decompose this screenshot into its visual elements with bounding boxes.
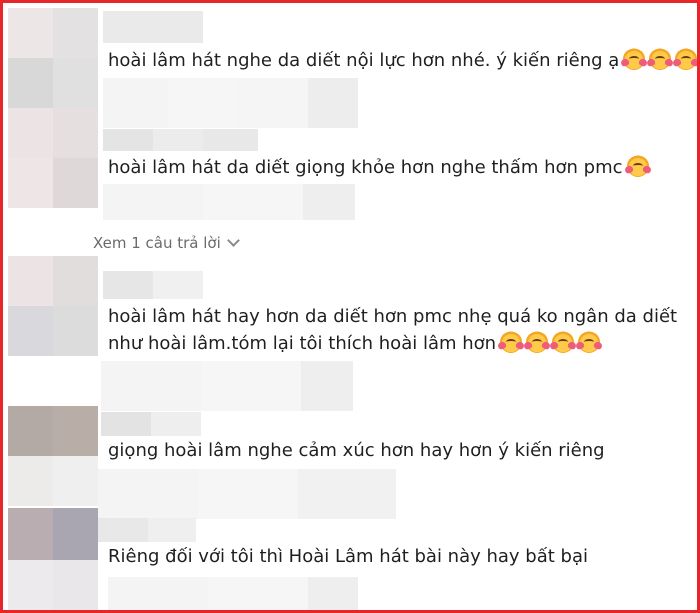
- comment-meta-blurred: [101, 361, 353, 411]
- comment-text-line-1: hoài lâm hát hay hơn da diết hơn pmc nhẹ…: [108, 306, 678, 327]
- smiling-face-with-hearts-icon: [623, 48, 646, 70]
- smiling-face-with-hearts-icon: [526, 331, 549, 353]
- username-blurred[interactable]: [103, 129, 258, 151]
- username-blurred[interactable]: [103, 271, 203, 299]
- smiling-face-with-hearts-icon: [675, 48, 697, 70]
- smiling-face-with-hearts-icon: [578, 331, 601, 353]
- smiling-face-with-hearts-icon: [626, 155, 649, 177]
- avatar[interactable]: [8, 508, 98, 610]
- smiling-face-with-hearts-icon: [649, 48, 672, 70]
- comment-meta-blurred: [103, 78, 358, 128]
- comment-text: giọng hoài lâm nghe cảm xúc hơn hay hơn …: [108, 440, 605, 461]
- avatar[interactable]: [8, 8, 98, 108]
- comment-meta-blurred: [98, 469, 396, 519]
- comment-meta-blurred: [103, 184, 355, 220]
- comment-text-line-2: như hoài lâm.tóm lại tôi thích hoài lâm …: [108, 330, 601, 357]
- username-blurred[interactable]: [101, 412, 201, 436]
- avatar[interactable]: [8, 108, 98, 208]
- screenshot-frame: hoài lâm hát nghe da diết nội lực hơn nh…: [0, 0, 700, 613]
- comment-text: Riêng đối với tôi thì Hoài Lâm hát bài n…: [108, 546, 588, 567]
- comment-meta-blurred: [108, 577, 358, 610]
- comment-text: hoài lâm hát da diết giọng khỏe hơn nghe…: [108, 154, 649, 181]
- comment-text: hoài lâm hát nghe da diết nội lực hơn nh…: [108, 47, 697, 74]
- chevron-down-icon: [226, 234, 240, 247]
- smiling-face-with-hearts-icon: [500, 331, 523, 353]
- view-replies-link[interactable]: Xem 1 câu trả lời: [93, 232, 240, 254]
- username-blurred[interactable]: [103, 11, 203, 43]
- avatar[interactable]: [8, 256, 98, 356]
- smiling-face-with-hearts-icon: [552, 331, 575, 353]
- username-blurred[interactable]: [98, 518, 196, 542]
- avatar[interactable]: [8, 406, 98, 506]
